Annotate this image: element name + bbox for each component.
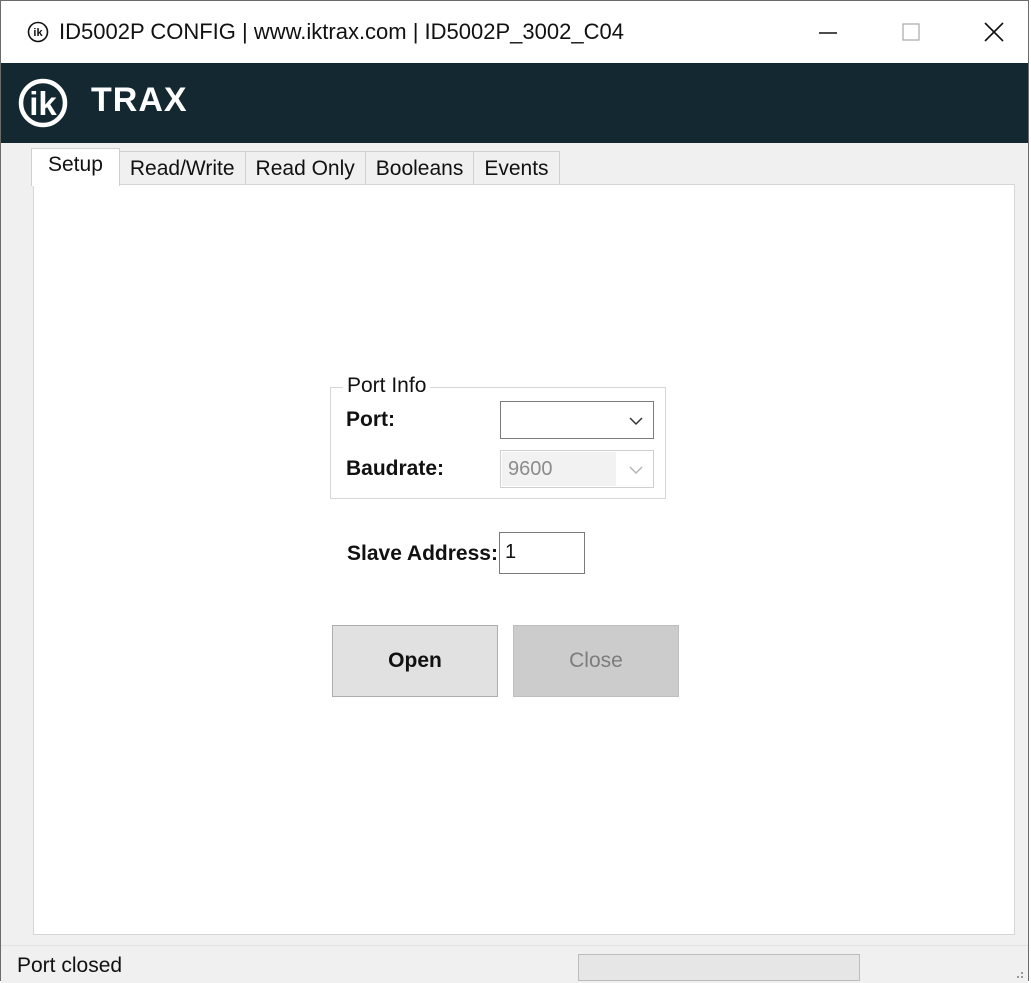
maximize-button[interactable] — [871, 1, 951, 63]
close-icon — [984, 22, 1004, 42]
maximize-icon — [902, 23, 920, 41]
chevron-down-icon — [629, 417, 643, 426]
svg-text:ik: ik — [29, 85, 57, 122]
app-window: ik ID5002P CONFIG | www.iktrax.com | ID5… — [0, 0, 1029, 983]
tab-read-write[interactable]: Read/Write — [118, 151, 246, 185]
tab-events[interactable]: Events — [473, 151, 560, 185]
port-info-legend: Port Info — [343, 374, 431, 398]
minimize-icon — [819, 32, 837, 34]
port-select[interactable] — [500, 401, 654, 439]
brand-header: ik TRAX — [1, 63, 1028, 143]
port-select-value — [502, 403, 616, 437]
tab-strip: Setup Read/Write Read Only Booleans Even… — [31, 147, 560, 186]
status-bar: Port closed — [1, 945, 1028, 983]
app-icon: ik — [27, 21, 49, 43]
tab-setup[interactable]: Setup — [31, 148, 120, 186]
close-button[interactable]: Close — [513, 625, 679, 697]
status-text: Port closed — [17, 954, 123, 977]
baudrate-select[interactable]: 9600 — [500, 450, 654, 488]
open-button[interactable]: Open — [332, 625, 498, 697]
brand-name: TRAX — [91, 81, 188, 119]
setup-panel: Port Info Port: Baudrate: 9600 Slave Add… — [33, 184, 1015, 935]
iktrax-logo-icon: ik — [18, 78, 68, 128]
minimize-button[interactable] — [788, 1, 868, 63]
resize-grip-icon[interactable] — [1012, 967, 1024, 979]
tab-read-only[interactable]: Read Only — [244, 151, 366, 185]
port-label: Port: — [346, 408, 395, 431]
window-close-button[interactable] — [954, 1, 1031, 63]
svg-text:ik: ik — [33, 27, 43, 39]
window-title: ID5002P CONFIG | www.iktrax.com | ID5002… — [59, 19, 624, 44]
tab-booleans[interactable]: Booleans — [364, 151, 475, 185]
progress-bar — [578, 954, 860, 981]
baudrate-select-value: 9600 — [502, 452, 616, 486]
slave-address-label: Slave Address: — [347, 542, 498, 565]
baudrate-label: Baudrate: — [346, 457, 445, 480]
chevron-down-icon — [629, 466, 643, 475]
port-info-group: Port Info Port: Baudrate: 9600 — [330, 374, 666, 499]
title-bar[interactable]: ik ID5002P CONFIG | www.iktrax.com | ID5… — [1, 1, 1028, 63]
slave-address-input[interactable]: 1 — [499, 532, 585, 574]
